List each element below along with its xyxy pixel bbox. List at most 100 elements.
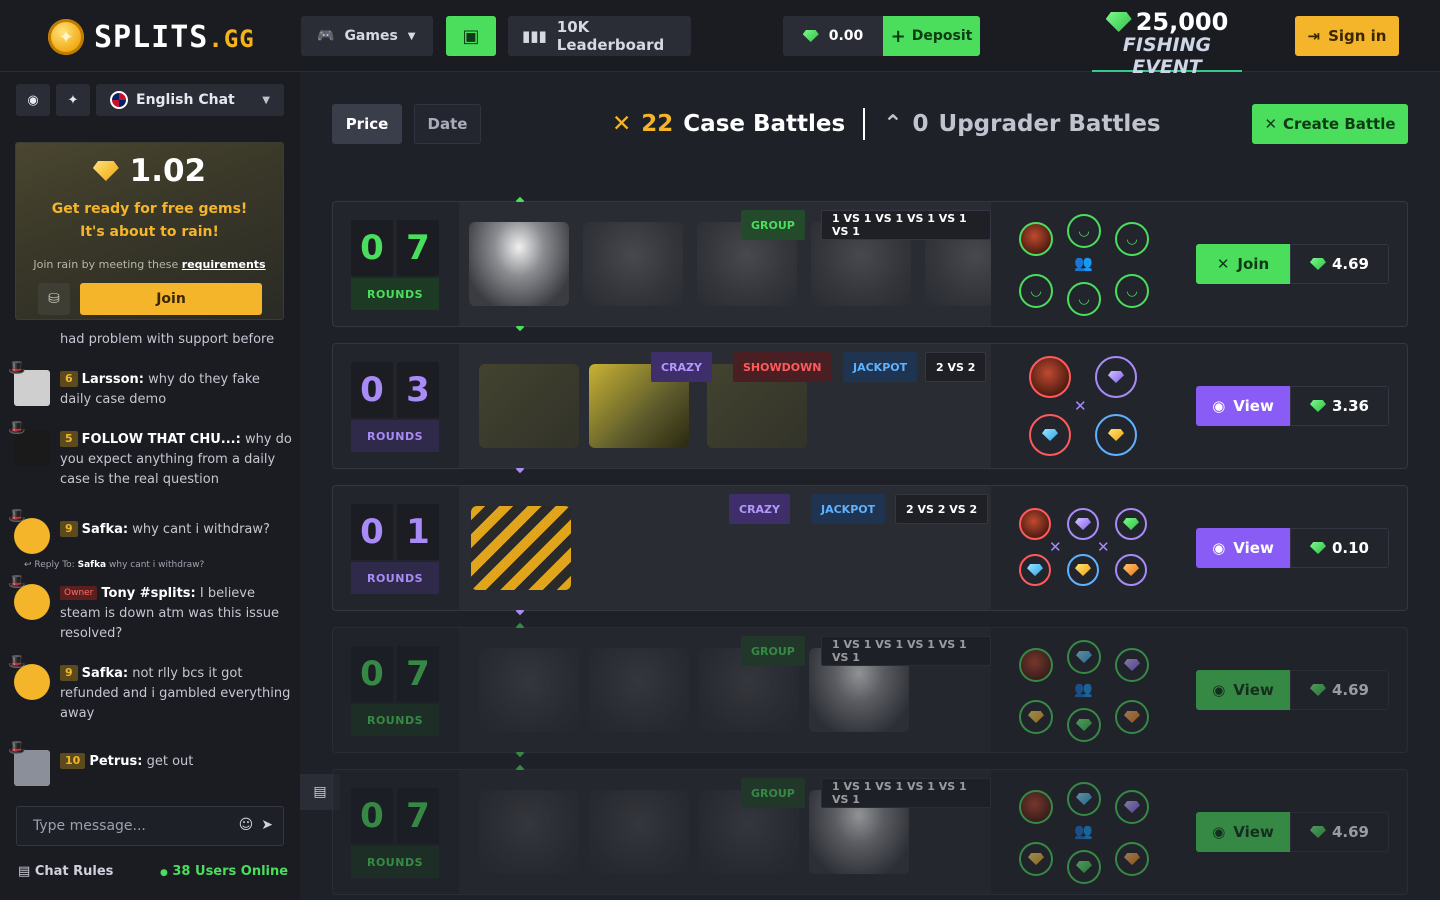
player-slot[interactable] [1115,842,1149,876]
empty-slot-icon[interactable]: ◡ [1067,282,1101,316]
player-slot[interactable] [1115,508,1147,540]
language-select[interactable]: English Chat ▼ [96,84,284,116]
player-slot[interactable] [1095,414,1137,456]
chat-rules-link[interactable]: ▤ Chat Rules [18,864,113,879]
send-icon[interactable]: ➤ [261,817,273,833]
games-dropdown[interactable]: 🎮 Games ▼ [301,16,433,56]
player-avatar[interactable] [1019,508,1051,540]
coins-button[interactable]: ⛁ [38,283,70,315]
username[interactable]: Tony #splits: [101,586,195,601]
avatar[interactable]: 🎩 [8,574,50,620]
battle-row[interactable]: 0 7 ROUNDS GROUP 1 VS 1 VS 1 VS 1 VS 1 V… [332,764,1408,895]
rounds-counter: 0 7 ROUNDS [351,220,439,310]
battle-row[interactable]: 0 7 ROUNDS GROUP 1 VS 1 VS 1 VS 1 VS 1 V… [332,196,1408,332]
swords-icon: ✕ [1097,538,1110,556]
mode-tag: GROUP [741,778,805,808]
sort-date-button[interactable]: Date [414,104,481,144]
rounds-label: ROUNDS [351,278,439,310]
player-avatar[interactable] [1029,356,1071,398]
divider [863,108,866,140]
player-slot[interactable] [1115,554,1147,586]
gem-icon [1105,12,1132,32]
create-battle-button[interactable]: ✕ Create Battle [1252,104,1408,144]
gem-icon [1028,711,1044,723]
eye-icon: ◉ [1212,397,1226,415]
battle-row[interactable]: 0 7 ROUNDS GROUP 1 VS 1 VS 1 VS 1 VS 1 V… [332,622,1408,758]
chat-message-input[interactable]: Type message... ☺ ➤ [16,806,284,846]
swords-icon: ✕ [1049,538,1062,556]
player-avatar[interactable] [1019,790,1053,824]
avatar[interactable]: 🎩 [8,740,50,786]
battle-price: 4.69 [1290,812,1389,852]
battle-action: ✕ Join 4.69 [1196,244,1389,284]
player-slot[interactable] [1019,700,1053,734]
join-label: Join [1237,255,1270,273]
player-slot[interactable] [1067,640,1101,674]
discord-button[interactable]: ◉ [16,84,50,116]
group-icon: 👥 [1074,254,1093,272]
empty-slot-icon[interactable]: ◡ [1019,274,1053,308]
message-text: why cant i withdraw? [132,522,270,537]
avatar[interactable]: 🎩 [8,654,50,700]
player-slot[interactable] [1115,790,1149,824]
player-slot[interactable] [1067,508,1099,540]
username[interactable]: Safka: [82,522,128,537]
group-icon: 👥 [1074,680,1093,698]
twitter-button[interactable]: ✦ [56,84,90,116]
battle-row[interactable]: 0 3 ROUNDS CRAZY SHOWDOWN JACKPOT 2 VS 2… [332,343,1408,474]
deposit-button[interactable]: + Deposit [883,16,980,56]
avatar[interactable]: 🎩 [8,508,50,554]
player-slot[interactable] [1067,554,1099,586]
player-avatar[interactable] [1019,648,1053,682]
sort-price-button[interactable]: Price [332,104,402,144]
gem-icon [1124,853,1140,865]
case-battle-count: 22 [641,111,674,137]
price-value: 3.36 [1331,397,1369,415]
emoji-icon[interactable]: ☺ [239,817,254,833]
player-slot[interactable] [1115,700,1149,734]
gem-icon [1075,518,1091,530]
join-battle-button[interactable]: ✕ Join [1196,244,1290,284]
fishing-event-banner[interactable]: 25,000 FISHING EVENT [1092,8,1242,78]
create-battle-label: Create Battle [1283,115,1396,133]
swords-icon: ✕ [612,111,632,137]
player-slot[interactable] [1115,648,1149,682]
rounds-digit: 1 [397,504,439,560]
player-slot[interactable] [1067,782,1101,816]
requirements-link[interactable]: requirements [182,258,266,271]
sign-in-button[interactable]: ⇥ Sign in [1295,16,1399,56]
rain-headline: Get ready for free gems! [51,201,248,217]
username[interactable]: Larsson: [82,372,144,387]
username[interactable]: Petrus: [89,754,142,769]
player-slots: ✕ [1011,354,1161,458]
mode-tag: SHOWDOWN [733,352,832,382]
chat-icon: ▤ [313,784,327,800]
empty-slot-icon[interactable]: ◡ [1115,222,1149,256]
logo[interactable]: ✦ SPLITS.GG [48,19,255,55]
empty-slot-icon[interactable]: ◡ [1115,274,1149,308]
player-slot[interactable] [1029,414,1071,456]
hat-icon: 🎩 [8,360,26,376]
player-slot[interactable] [1095,356,1137,398]
player-slot[interactable] [1067,850,1101,884]
rain-join-button[interactable]: Join [80,283,262,315]
view-battle-button[interactable]: ◉ View [1196,386,1290,426]
player-avatar[interactable] [1019,222,1053,256]
reply-reference[interactable]: ↩ Reply To: Safka why cant i withdraw? [24,560,204,570]
avatar[interactable]: 🎩 [8,360,50,406]
empty-slot-icon[interactable]: ◡ [1067,214,1101,248]
avatar[interactable]: 🎩 [8,420,50,466]
battle-row[interactable]: 0 1 ROUNDS CRAZY JACKPOT 2 VS 2 VS 2 ✕ ✕… [332,485,1408,616]
gift-button[interactable]: ▣ [446,16,496,56]
balance-display: 0.00 [783,16,883,56]
view-battle-button[interactable]: ◉ View [1196,812,1290,852]
view-battle-button[interactable]: ◉ View [1196,528,1290,568]
player-slot[interactable] [1067,708,1101,742]
username[interactable]: FOLLOW THAT CHU...: [82,432,241,447]
username[interactable]: Safka: [82,666,128,681]
case-strip: GROUP 1 VS 1 VS 1 VS 1 VS 1 VS 1 [459,202,991,326]
view-battle-button[interactable]: ◉ View [1196,670,1290,710]
player-slot[interactable] [1019,554,1051,586]
leaderboard-button[interactable]: ▮▮▮ 10K Leaderboard [508,16,691,56]
player-slot[interactable] [1019,842,1053,876]
